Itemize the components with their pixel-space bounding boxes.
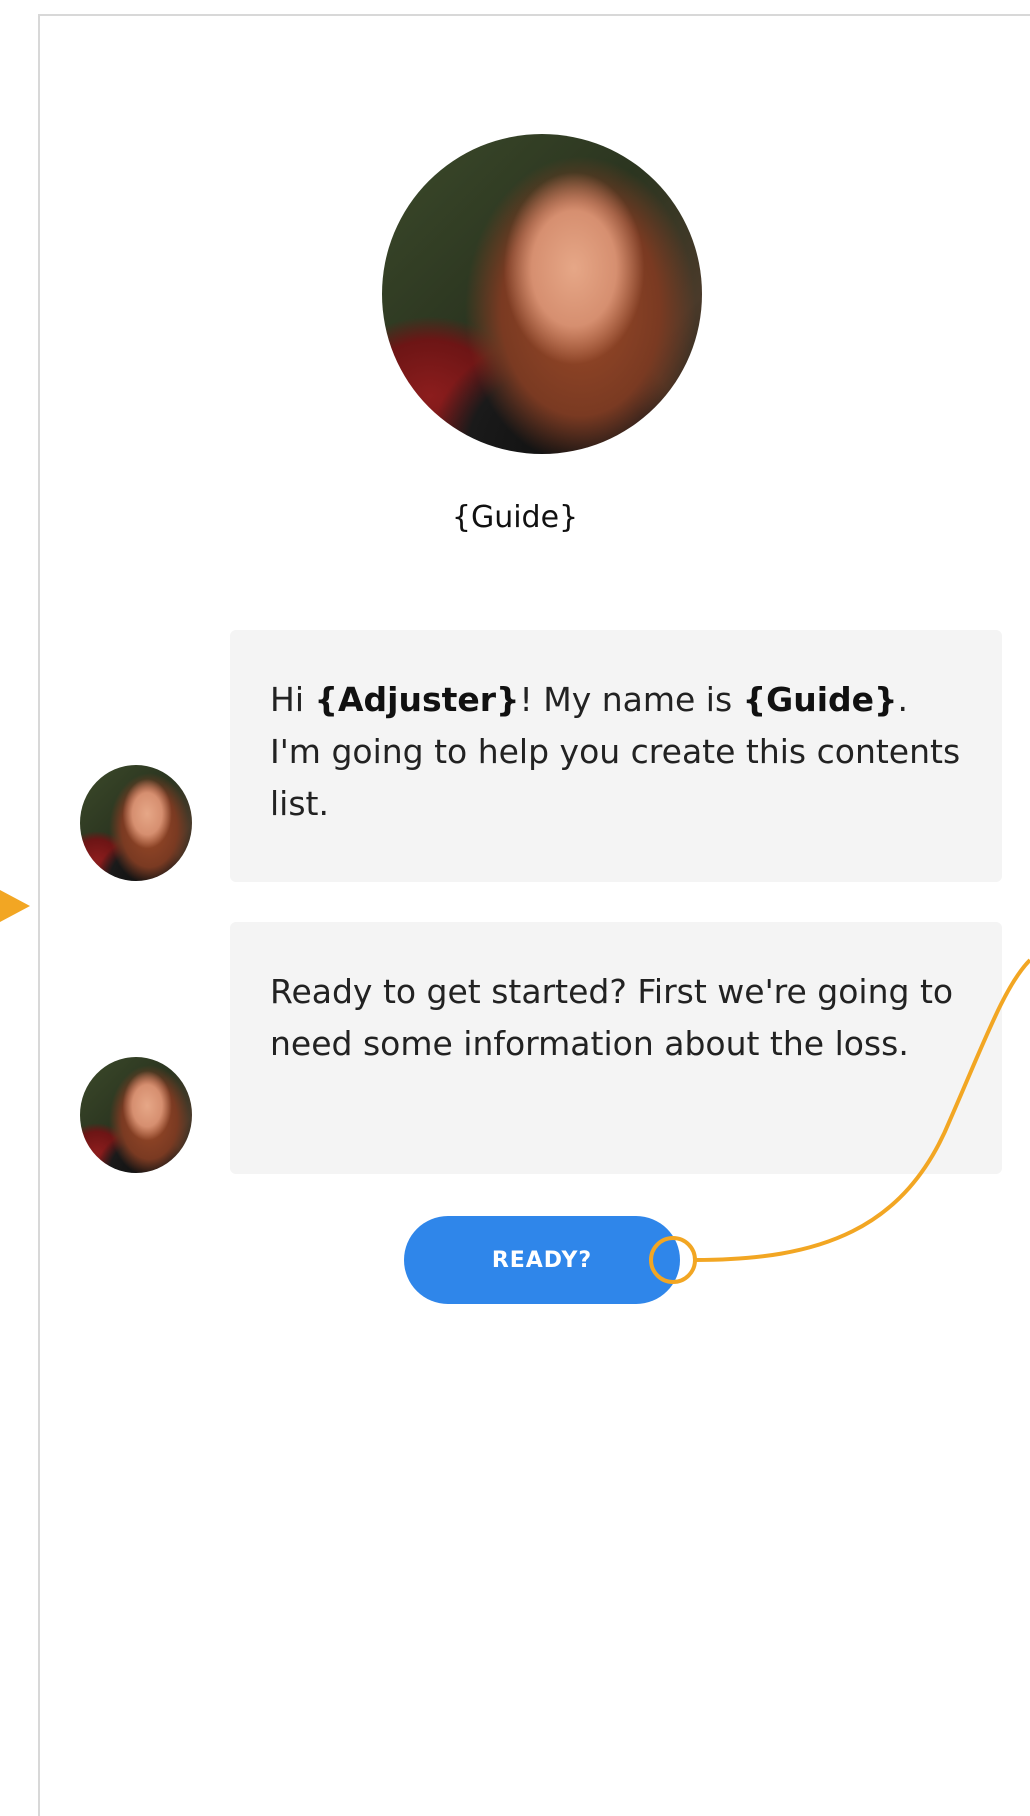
ready-button[interactable]: READY? — [404, 1216, 680, 1304]
chat-message: Ready to get started? First we're going … — [230, 922, 1002, 1174]
guide-name: {Guide} — [451, 500, 579, 535]
message-text: Hi — [270, 680, 315, 719]
guide-avatar — [382, 134, 702, 454]
left-arrow-icon — [0, 890, 30, 922]
message-avatar — [80, 765, 192, 881]
placeholder-token: {Guide} — [742, 680, 898, 719]
message-text: ! My name is — [519, 680, 743, 719]
placeholder-token: {Adjuster} — [314, 680, 520, 719]
chat-message: Hi {Adjuster}! My name is {Guide}. I'm g… — [230, 630, 1002, 882]
message-text: Ready to get started? First we're going … — [270, 972, 954, 1063]
message-avatar — [80, 1057, 192, 1173]
